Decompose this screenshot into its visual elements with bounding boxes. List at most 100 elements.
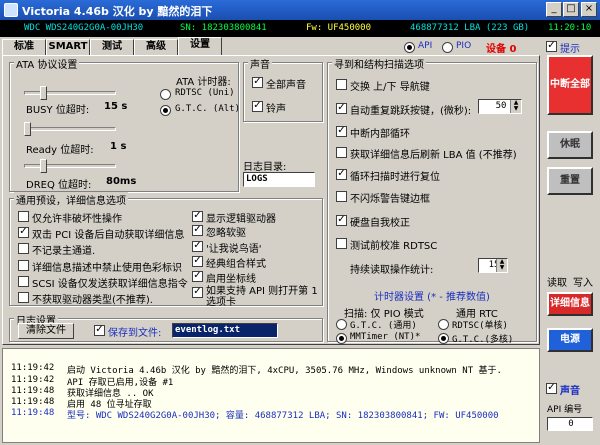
- clear-file-button[interactable]: 清除文件: [18, 323, 74, 339]
- tips-checkbox[interactable]: ✓: [546, 41, 557, 52]
- api-radio[interactable]: [404, 42, 415, 53]
- drive-lba: 468877312 LBA (223 GB): [410, 23, 530, 33]
- api-number-input[interactable]: 0: [547, 417, 593, 431]
- tips-label: 提示: [560, 44, 580, 55]
- ready-slider-track[interactable]: [24, 127, 116, 131]
- busy-value: 15 s: [104, 101, 128, 112]
- minimize-button[interactable]: _: [546, 2, 562, 17]
- app-icon: [4, 3, 18, 17]
- retry-spinner[interactable]: ▲ ▼: [496, 259, 507, 272]
- tab-standard[interactable]: 标准: [2, 39, 46, 55]
- nondestructive-checkbox[interactable]: [18, 211, 29, 222]
- tab-test[interactable]: 测试: [90, 39, 134, 55]
- busy-slider-thumb[interactable]: [40, 86, 47, 100]
- dreq-slider-thumb[interactable]: [40, 159, 47, 173]
- all-sounds-checkbox[interactable]: ✓: [252, 77, 263, 88]
- window-title: Victoria 4.46b 汉化 by 黯然的泪下: [22, 5, 213, 18]
- ready-slider-thumb[interactable]: [24, 122, 31, 136]
- break-inner-loop-label: 中断内部循环: [350, 129, 410, 140]
- bird-language-label: '让我说鸟语': [206, 244, 262, 255]
- tab-advanced[interactable]: 高级: [134, 39, 178, 55]
- ata-timer-label: ATA 计时器:: [176, 77, 231, 88]
- presets-group-label: 通用预设，详细信息选项: [14, 192, 128, 207]
- save-to-file-checkbox[interactable]: ✓: [94, 325, 105, 336]
- no-drive-type-label: 不获取驱动器类型(不推荐).: [32, 295, 153, 306]
- calibrate-rdtsc-checkbox[interactable]: [336, 238, 347, 249]
- no-color-checkbox[interactable]: [18, 260, 29, 271]
- maximize-button[interactable]: □: [563, 2, 579, 17]
- swap-nav-checkbox[interactable]: [336, 79, 347, 90]
- ready-value: 1 s: [110, 141, 127, 152]
- pci-autodetail-checkbox[interactable]: ✓: [18, 227, 29, 238]
- rtc-rdtsc-radio[interactable]: [438, 319, 449, 330]
- write-label[interactable]: 写入: [573, 274, 593, 289]
- dreq-value: 80ms: [106, 176, 137, 187]
- pio-mmtimer-radio[interactable]: [336, 333, 347, 344]
- dreq-slider-track[interactable]: [24, 164, 116, 168]
- log-settings-group: 日志设置 清除文件 ✓ 保存到文件: eventlog.txt: [9, 312, 323, 342]
- loop-reset-checkbox[interactable]: ✓: [336, 169, 347, 180]
- read-label[interactable]: 读取: [547, 274, 567, 289]
- calibrate-rdtsc-label: 测试前校准 RDTSC: [350, 241, 438, 252]
- scan-options-group: 寻到和结构扫描选项 交换 上/下 导航键 ✓ 自动重复跳跃按键，(微秒): 50…: [327, 56, 537, 345]
- nondestructive-label: 仅允许非破坏性操作: [32, 214, 122, 225]
- scsi-detail-label: SCSI 设备仅发送获取详细信息指令: [32, 279, 188, 290]
- break-inner-loop-checkbox[interactable]: ✓: [336, 126, 347, 137]
- retry-count-label: 持续读取操作统计:: [350, 265, 434, 276]
- open-first-tab-checkbox[interactable]: ✓: [192, 287, 203, 298]
- auto-repeat-label: 自动重复跳跃按键，(微秒):: [350, 106, 472, 117]
- reset-button[interactable]: 重置: [547, 167, 593, 195]
- event-log: 11:19:42 启动 Victoria 4.46b 汉化 by 黯然的泪下, 4…: [2, 348, 540, 443]
- self-calibrate-checkbox[interactable]: ✓: [336, 215, 347, 226]
- sound-toggle-label: 声音: [560, 386, 580, 397]
- timer-settings-title: 计时器设置 (* - 推荐数值): [374, 292, 490, 303]
- no-color-label: 详细信息描述中禁止使用色彩标识: [32, 263, 182, 274]
- drive-firmware: Fw: UF450000: [306, 23, 372, 33]
- classic-style-checkbox[interactable]: ✓: [192, 256, 203, 267]
- pci-autodetail-label: 双击 PCI 设备后自动获取详细信息: [32, 230, 185, 241]
- show-logical-checkbox[interactable]: ✓: [192, 211, 203, 222]
- power-button[interactable]: 电源: [547, 328, 593, 352]
- gtc-label: G.T.C. (Alt): [175, 104, 241, 114]
- right-sidebar: ✓ 提示 中断全部 休眠 重置 读取 写入 详细信息 电源 ✓ 声音 API 编…: [541, 37, 600, 445]
- tab-settings[interactable]: 设置: [178, 37, 222, 55]
- break-all-button[interactable]: 中断全部: [547, 55, 593, 115]
- details-button[interactable]: 详细信息: [547, 292, 593, 316]
- no-drive-type-checkbox[interactable]: [18, 292, 29, 303]
- swap-nav-label: 交换 上/下 导航键: [350, 82, 430, 93]
- rdtsc-radio[interactable]: [160, 89, 171, 100]
- rtc-gtc-radio[interactable]: [438, 333, 449, 344]
- bell-checkbox[interactable]: ✓: [252, 101, 263, 112]
- busy-slider-track[interactable]: [24, 91, 116, 95]
- sound-checkbox[interactable]: ✓: [546, 383, 557, 394]
- show-logical-label: 显示逻辑驱动器: [206, 214, 276, 225]
- title-bar: Victoria 4.46b 汉化 by 黯然的泪下 _ □ ×: [0, 0, 600, 20]
- gridlines-label: 启用坐标线: [206, 274, 256, 285]
- device-label: 设备 0: [486, 44, 517, 55]
- ata-group-label: ATA 协议设置: [14, 56, 80, 71]
- gtc-radio[interactable]: [160, 105, 171, 116]
- log-dir-label: 日志目录:: [243, 162, 287, 173]
- tab-smart[interactable]: SMART: [46, 39, 90, 55]
- settings-panel: ATA 协议设置 ATA 计时器: RDTSC (Uni) G.T.C. (Al…: [2, 55, 540, 345]
- repeat-spinner[interactable]: ▲ ▼: [510, 100, 521, 113]
- log-dir-input[interactable]: LOGS: [243, 172, 315, 187]
- close-button[interactable]: ×: [581, 2, 597, 17]
- sleep-button[interactable]: 休眠: [547, 131, 593, 159]
- all-sounds-label: 全部声音: [266, 80, 306, 91]
- auto-repeat-checkbox[interactable]: ✓: [336, 103, 347, 114]
- scsi-detail-checkbox[interactable]: [18, 276, 29, 287]
- pio-gtc-label: G.T.C. (通用): [350, 321, 417, 331]
- pio-radio[interactable]: [442, 42, 453, 53]
- pio-label: PIO: [456, 41, 472, 51]
- log-filename-input[interactable]: eventlog.txt: [172, 323, 278, 338]
- bird-language-checkbox[interactable]: ✓: [192, 241, 203, 252]
- drive-serial: SN: 182303800841: [180, 23, 267, 33]
- refresh-lba-checkbox[interactable]: [336, 147, 347, 158]
- clock: 11:20:10: [548, 23, 592, 33]
- gridlines-checkbox[interactable]: ✓: [192, 271, 203, 282]
- ignore-floppy-checkbox[interactable]: ✓: [192, 225, 203, 236]
- no-blink-checkbox[interactable]: [336, 191, 347, 202]
- no-primary-log-checkbox[interactable]: [18, 243, 29, 254]
- pio-gtc-radio[interactable]: [336, 319, 347, 330]
